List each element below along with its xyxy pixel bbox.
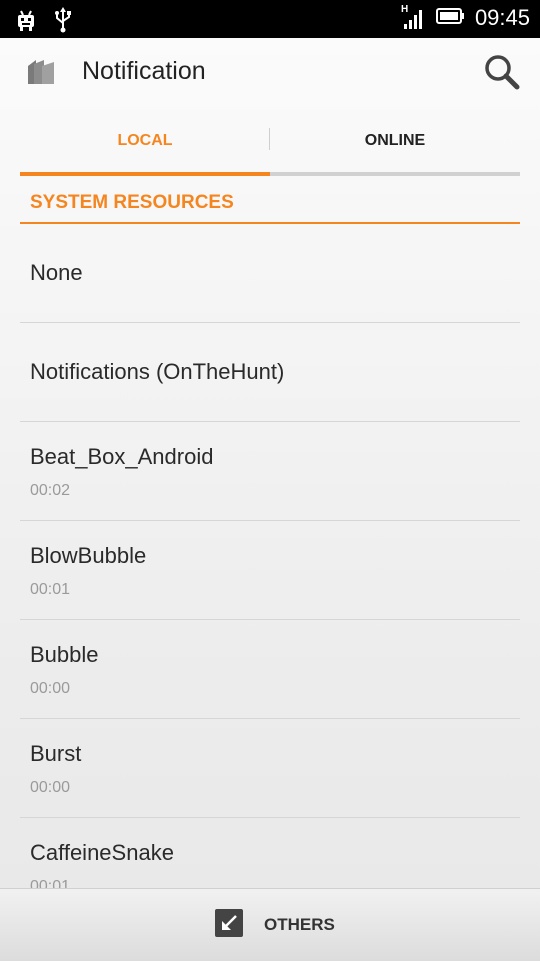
ringtone-app-icon[interactable]: [26, 58, 56, 86]
item-name: CaffeineSnake: [30, 840, 174, 865]
tab-online[interactable]: ONLINE: [270, 120, 520, 176]
status-right-icons: H 09:45: [401, 4, 530, 31]
item-name: Bubble: [30, 642, 99, 667]
status-time: 09:45: [474, 5, 530, 30]
list-item[interactable]: Beat_Box_Android 00:02: [20, 422, 520, 521]
list-item-notifications[interactable]: Notifications (OnTheHunt): [20, 323, 520, 422]
item-name: Burst: [30, 741, 82, 766]
app-screen: Notification LOCAL ONLINE SYSTEM RESOURC…: [0, 38, 540, 961]
battery-icon: [435, 6, 465, 30]
item-name: Beat_Box_Android: [30, 444, 214, 469]
status-bar: H 09:45: [0, 0, 540, 38]
item-duration: 00:00: [30, 680, 71, 697]
section-title: SYSTEM RESOURCES: [30, 192, 234, 213]
signal-icon: H: [401, 4, 425, 30]
list-item-none[interactable]: None: [20, 224, 520, 323]
arrow-in-box-icon: [214, 908, 244, 942]
sound-list[interactable]: None Notifications (OnTheHunt) Beat_Box_…: [20, 224, 520, 888]
list-item[interactable]: Burst 00:00: [20, 719, 520, 818]
search-icon[interactable]: [484, 54, 520, 90]
list-item[interactable]: CaffeineSnake 00:01: [20, 818, 520, 888]
section-header: SYSTEM RESOURCES: [20, 186, 520, 224]
item-name: BlowBubble: [30, 543, 147, 568]
tab-active-indicator: [20, 172, 270, 176]
bottom-bar: OTHERS: [0, 888, 540, 961]
list-item[interactable]: Bubble 00:00: [20, 620, 520, 719]
page-title: Notification: [82, 57, 206, 85]
list-item[interactable]: BlowBubble 00:01: [20, 521, 520, 620]
android-debug-icon: [14, 8, 38, 36]
others-label: OTHERS: [264, 915, 335, 934]
status-left-icons: [14, 7, 72, 37]
item-duration: 00:01: [30, 878, 71, 888]
tab-local[interactable]: LOCAL: [20, 120, 270, 176]
item-name: Notifications (OnTheHunt): [30, 359, 285, 384]
tab-bar: LOCAL ONLINE: [20, 120, 520, 176]
item-duration: 00:02: [30, 482, 71, 499]
others-button[interactable]: OTHERS: [214, 907, 335, 943]
usb-icon: [54, 7, 72, 37]
item-duration: 00:00: [30, 779, 71, 796]
item-name: None: [30, 260, 83, 285]
item-duration: 00:01: [30, 581, 71, 598]
action-bar: Notification: [0, 38, 540, 110]
